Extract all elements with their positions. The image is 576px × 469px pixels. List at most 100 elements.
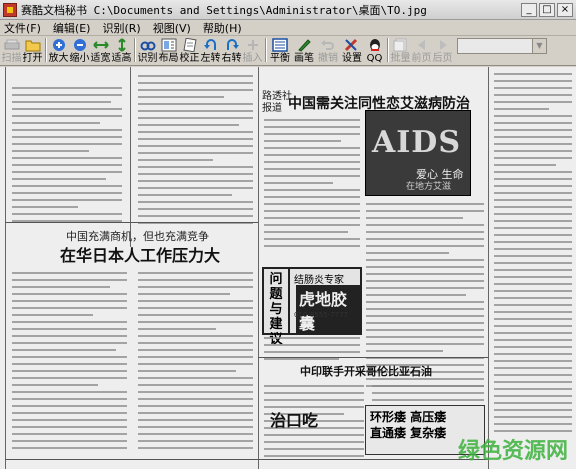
insert-label: 插入 [242,53,263,64]
menu-help[interactable]: 帮助(H) [199,20,250,36]
prev-page-button[interactable]: 前页 [411,36,432,65]
menu-view[interactable]: 视图(V) [149,20,199,36]
zoom-in-label: 放大 [48,53,69,64]
layout-button[interactable]: 布局 [158,36,179,65]
title-bar: 赛酷文档秘书 C:\Documents and Settings\Adminis… [0,0,576,20]
section-rule [5,222,258,223]
right-ad-line1: 环形痿 高压痿 [370,410,447,424]
undo-button[interactable]: 撤销 [316,36,340,65]
settings-button[interactable]: 设置 [340,36,364,65]
text-column [138,272,253,454]
fit-width-button[interactable]: 适宽 [90,36,111,65]
recognize-button[interactable]: 识别 [137,36,158,65]
rotate-left-button[interactable]: 左转 [200,36,221,65]
next-page-icon [435,38,451,52]
headline-energy: 中印联手开采哥伦比亚石油 [300,365,432,378]
column-rule [130,67,131,247]
scanned-page: 中国充满商机，但也充满竞争 在华日本人工作压力大 路透社 报道 中国需关注同性恋… [0,67,576,469]
undo-icon [320,38,336,52]
app-icon [3,2,17,17]
zoom-out-button[interactable]: 缩小 [69,36,90,65]
qq-icon [367,38,383,52]
undo-label: 撤销 [318,53,338,64]
scan-button[interactable]: 扫描 [1,36,22,65]
deskew-button[interactable]: 校正 [179,36,200,65]
fit-height-icon [114,38,130,52]
zoom-out-label: 缩小 [69,53,90,64]
pen-label: 画笔 [294,53,314,64]
rotate-right-icon [224,38,240,52]
balance-label: 平衡 [270,53,290,64]
next-page-label: 后页 [432,53,453,64]
open-label: 打开 [22,53,43,64]
layout-icon [161,38,177,52]
settings-label: 设置 [342,53,362,64]
text-column [12,272,127,454]
advertisement-box: 问题与建议 结肠炎专家 虎地胶囊 010-8555-7777 [262,267,362,347]
rotate-right-button[interactable]: 右转 [221,36,242,65]
ad-side-label: 问题与建议 [264,269,290,347]
column-rule [488,67,489,469]
document-canvas[interactable]: 中国充满商机，但也充满竞争 在华日本人工作压力大 路透社 报道 中国需关注同性恋… [0,67,576,469]
deskew-icon [182,38,198,52]
column-rule [5,67,6,469]
batch-icon [393,38,409,52]
text-column [264,119,360,252]
layout-label: 布局 [158,53,179,64]
aids-caption: 在地方艾滋 [406,182,452,192]
pen-button[interactable]: 画笔 [292,36,316,65]
section-rule [258,357,488,358]
text-column [12,87,122,227]
toolbar: 扫描 打开 放大 缩小 适宽 适高 识别 布局 校正 左转 右转 插入 平衡 画… [0,36,576,66]
insert-icon [245,38,261,52]
zoom-in-button[interactable]: 放大 [48,36,69,65]
footer-rule [5,459,488,460]
right-ad-line2: 直通痿 复杂痿 [370,426,447,440]
text-column [138,75,253,229]
balance-button[interactable]: 平衡 [268,36,292,65]
minimize-button[interactable]: _ [521,2,537,17]
ad-phone: 010-8555-7777 [294,311,349,319]
batch-label: 批量 [390,53,411,64]
rotate-right-label: 右转 [221,53,242,64]
zoom-in-icon [51,38,67,52]
scan-label: 扫描 [1,53,22,64]
rotate-left-label: 左转 [200,53,221,64]
next-page-button[interactable]: 后页 [432,36,453,65]
toolbar-separator [43,36,48,64]
balance-icon [272,38,288,52]
rotate-left-icon [203,38,219,52]
menu-recognize[interactable]: 识别(R) [98,20,148,36]
window-controls: _ □ × [521,2,573,17]
fit-height-label: 适高 [111,53,132,64]
batch-button[interactable]: 批量 [390,36,411,65]
toolbar-separator [132,36,137,64]
prev-page-label: 前页 [411,53,432,64]
recognize-icon [140,38,156,52]
aids-poster-image: AIDS 爱心 生命 在地方艾滋 [365,110,471,196]
text-column [494,73,572,437]
settings-icon [344,38,360,52]
scan-icon [4,38,20,52]
zoom-out-icon [72,38,88,52]
pen-icon [296,38,312,52]
close-button[interactable]: × [557,2,573,17]
bottom-ad-text: 治口吃 [270,411,319,430]
fit-width-icon [92,38,109,52]
toolbar-separator [385,36,390,64]
recognize-label: 识别 [137,53,158,64]
qq-label: QQ [366,53,383,64]
ad-main-text: 虎地胶囊 [296,285,360,335]
menu-edit[interactable]: 编辑(E) [49,20,99,36]
maximize-button[interactable]: □ [539,2,555,17]
page-select[interactable]: ▼ [457,38,547,54]
menu-bar: 文件(F) 编辑(E) 识别(R) 视图(V) 帮助(H) [0,20,576,36]
ad-top-text: 结肠炎专家 [294,275,344,286]
fit-height-button[interactable]: 适高 [111,36,132,65]
chevron-down-icon: ▼ [532,39,546,53]
insert-button[interactable]: 插入 [242,36,263,65]
menu-file[interactable]: 文件(F) [0,20,49,36]
open-button[interactable]: 打开 [22,36,43,65]
qq-button[interactable]: QQ [364,36,385,65]
watermark-logo: 绿色资源网 [457,439,568,464]
